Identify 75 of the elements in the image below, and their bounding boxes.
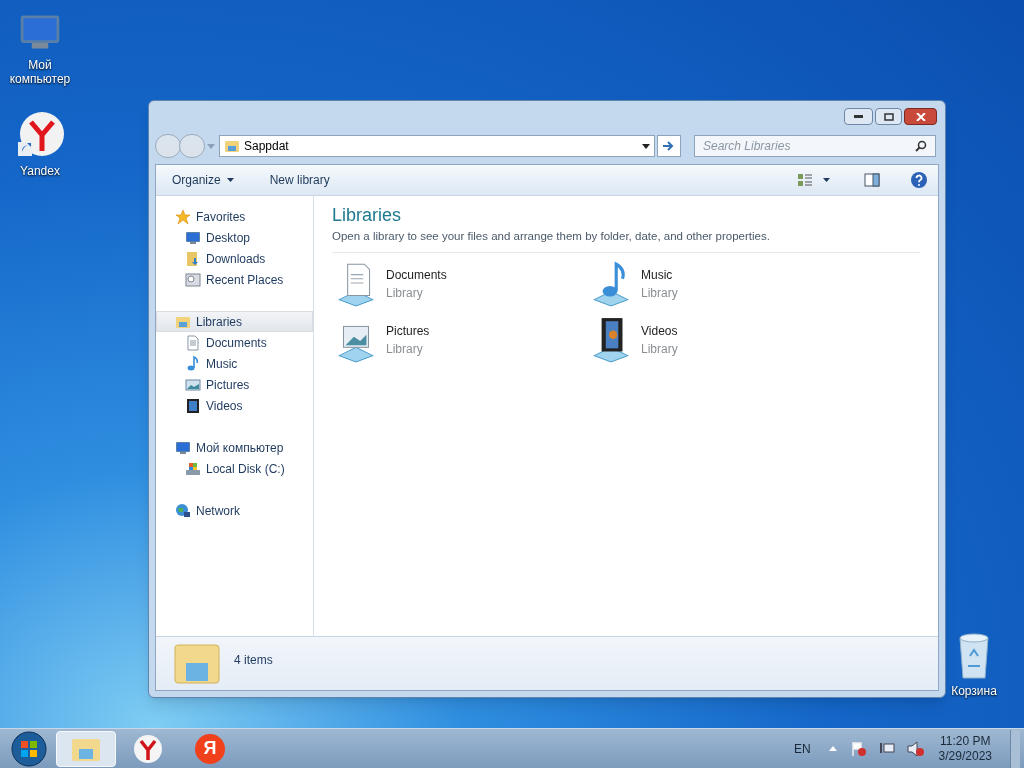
library-description: Open a library to see your files and arrange them by folder, date, and other properties. (332, 228, 920, 254)
help-button[interactable] (910, 171, 928, 189)
folder-icon (224, 138, 240, 154)
nav-item[interactable]: Music (156, 353, 313, 374)
search-placeholder: Search Libraries (703, 138, 792, 155)
caret-icon (823, 178, 830, 182)
library-type: Library (641, 285, 678, 303)
caret-icon (207, 143, 215, 149)
desktop-icon-label[interactable]: Yandex (20, 164, 60, 178)
nav-item[interactable]: Documents (156, 332, 313, 353)
language-indicator[interactable]: EN (793, 739, 811, 758)
speaker-icon[interactable] (906, 740, 925, 757)
details-view-icon (797, 172, 813, 188)
desktop-icon-label[interactable]: Корзина (951, 684, 997, 698)
globe-icon (175, 502, 191, 519)
taskbar-button[interactable]: Я (180, 730, 240, 767)
music-note-icon (185, 355, 201, 372)
clock-time[interactable]: 11:20 PM (940, 733, 991, 749)
item-count: 4 items (234, 652, 273, 669)
pane-icon (864, 172, 880, 188)
nav-item[interactable]: Recent Places (156, 269, 313, 290)
browser-icon (133, 733, 163, 764)
library-type: Library (641, 341, 678, 359)
nav-item[interactable]: Libraries (156, 311, 313, 332)
library-folder-icon (174, 641, 220, 685)
film-icon (185, 397, 201, 414)
library-tile[interactable]: Pictures Library (332, 315, 587, 366)
close-button[interactable] (904, 108, 937, 125)
star-icon (175, 208, 191, 225)
dropdown-caret-icon (642, 143, 650, 149)
arrow-right-icon (663, 141, 675, 151)
nav-item[interactable]: Desktop (156, 227, 313, 248)
library-name: Pictures (386, 323, 430, 341)
close-icon (915, 112, 926, 121)
address-text: Sappdat (244, 138, 290, 155)
nav-item[interactable]: Мой компьютер (156, 437, 313, 458)
toolbar-button[interactable]: Organize (166, 171, 240, 189)
toolbar-button[interactable]: New library (263, 171, 336, 189)
go-button[interactable] (657, 135, 681, 157)
library-type: Library (386, 285, 424, 303)
caret-icon (226, 178, 234, 182)
maximize-button[interactable] (875, 108, 902, 125)
view-options-button[interactable] (797, 172, 830, 188)
library-name: Music (641, 267, 674, 285)
restore-icon (883, 112, 894, 121)
monitor-icon (185, 229, 201, 246)
nav-item[interactable]: Videos (156, 395, 313, 416)
library-type: Library (386, 341, 424, 359)
search-icon (915, 140, 927, 152)
preview-pane-button[interactable] (864, 172, 880, 188)
document-icon (185, 334, 201, 351)
minimize-button[interactable] (844, 108, 873, 125)
disk-icon (185, 460, 201, 477)
picture-icon (185, 376, 201, 393)
nav-item[interactable]: Network (156, 500, 313, 521)
library-tile[interactable]: Music Library (587, 259, 842, 310)
help-icon (910, 171, 928, 189)
clock-date[interactable]: 3/29/2023 (938, 748, 992, 764)
minimize-icon (854, 115, 863, 118)
computer-icon (175, 439, 191, 456)
nav-item[interactable]: Local Disk (C:) (156, 458, 313, 479)
library-tile[interactable]: Documents Library (332, 259, 587, 310)
nav-item[interactable]: Downloads (156, 248, 313, 269)
nav-item[interactable]: Pictures (156, 374, 313, 395)
download-folder-icon (185, 250, 201, 267)
flag-icon[interactable] (850, 740, 867, 757)
library-name: Videos (641, 323, 678, 341)
address-bar[interactable]: Sappdat (219, 135, 655, 157)
library-heading: Libraries (332, 204, 403, 226)
nav-item[interactable]: Favorites (156, 206, 313, 227)
desktop-icon-label[interactable]: Мой компьютер (2, 58, 78, 86)
start-orb-icon (11, 730, 47, 767)
yandex-logo: Я (195, 733, 225, 764)
library-name: Documents (386, 267, 447, 285)
library-tile[interactable]: Videos Library (587, 315, 842, 366)
